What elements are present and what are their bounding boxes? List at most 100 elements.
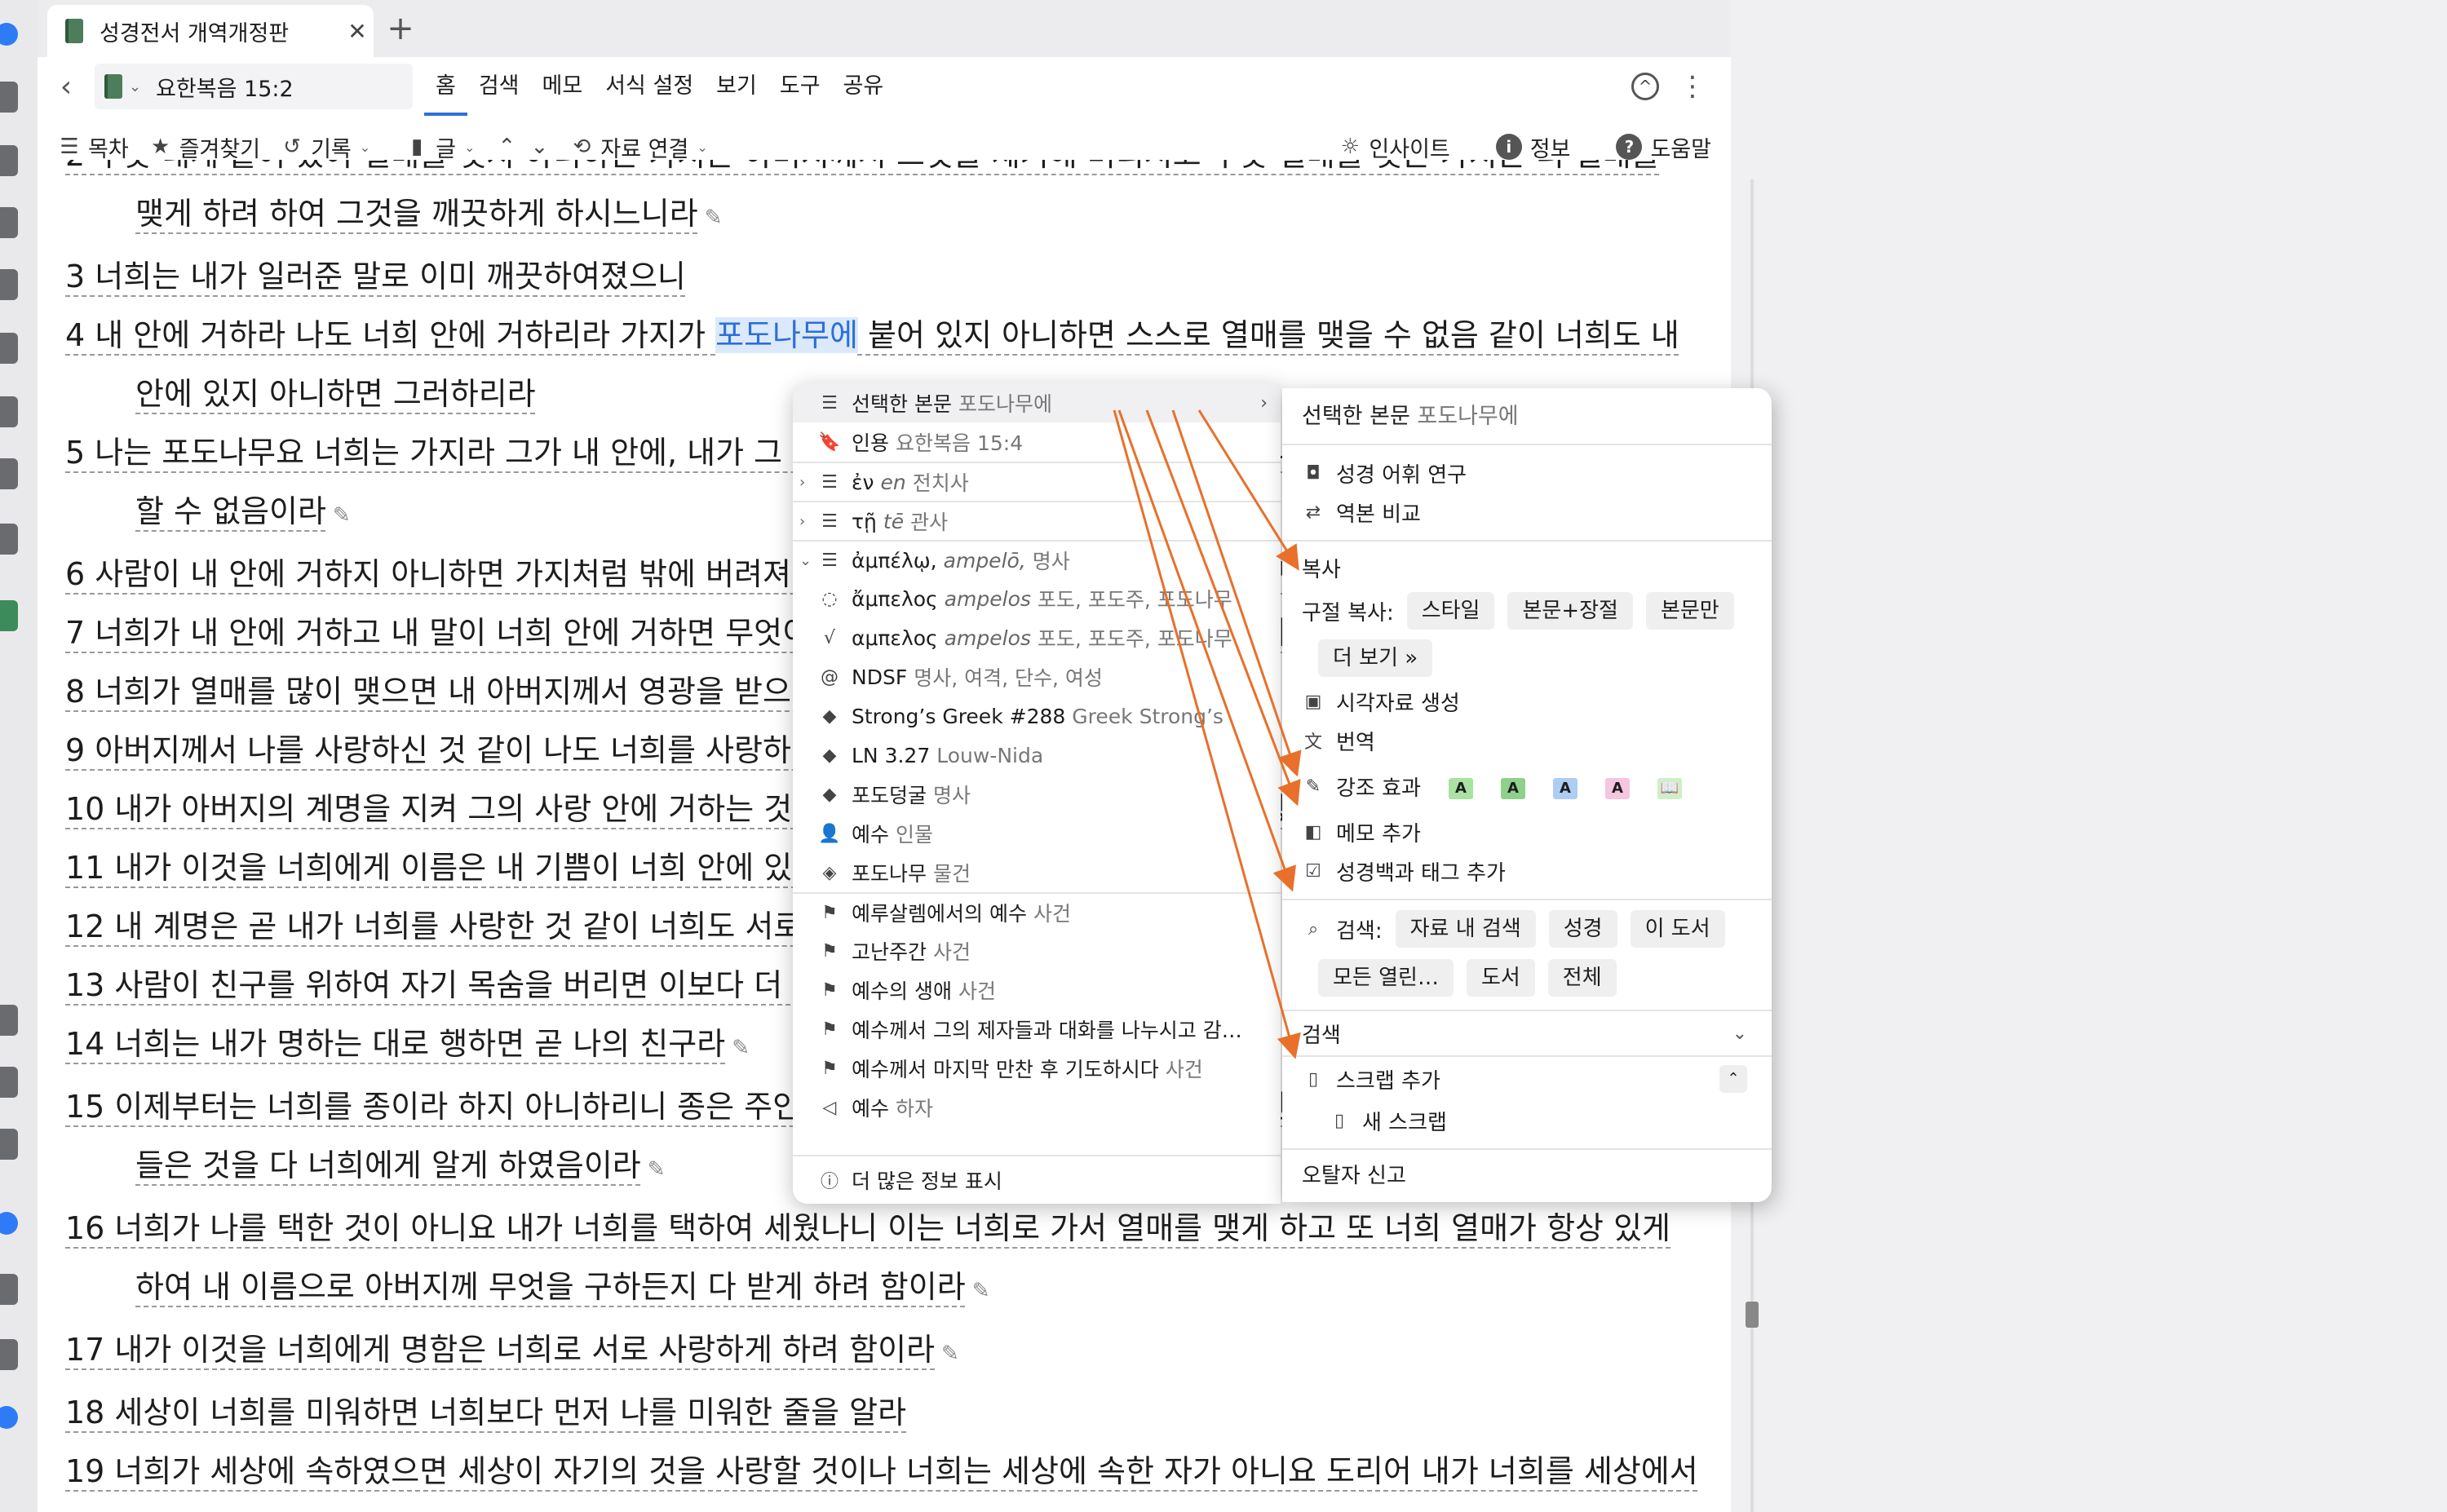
add-scrap-item[interactable]: ▯ 스크랩 추가 ⌃ <box>1282 1057 1772 1101</box>
copy-text-only-button[interactable]: 본문만 <box>1645 592 1734 630</box>
help-button[interactable]: ? 도움말 <box>1616 131 1711 163</box>
highlight-swatch[interactable]: A <box>1500 777 1525 799</box>
search-resource-button[interactable]: 자료 내 검색 <box>1395 910 1536 948</box>
chevron-up-icon[interactable]: ⌃ <box>1719 1065 1747 1093</box>
search-section[interactable]: 검색 ⌄ <box>1282 1011 1772 1055</box>
context-menu-item[interactable]: ◁ 예수 하자 <box>793 1088 1281 1127</box>
visual-item[interactable]: ▣ 시각자료 생성 <box>1282 682 1772 721</box>
add-panel-icon[interactable] <box>0 82 18 113</box>
pencil-icon[interactable]: ✎ <box>648 1140 666 1199</box>
copy-item[interactable]: 복사 <box>1282 548 1772 587</box>
reference-box[interactable]: ⌄ 요한복음 15:2 <box>95 64 413 109</box>
context-menu-item[interactable]: ◌ ἄμπελος ampelos 포도, 포도주, 포도나무 <box>793 579 1281 618</box>
text-button[interactable]: ▮ 글 ⌄ <box>406 131 475 163</box>
more-button[interactable]: 더 보기 » <box>1318 639 1433 677</box>
chevron-down-icon[interactable]: ⌄ <box>129 78 141 95</box>
notifications-icon[interactable] <box>0 1406 18 1429</box>
tab-search[interactable]: 검색 <box>467 57 531 116</box>
expand-caret-icon[interactable]: › <box>799 474 805 491</box>
copy-text-ref-button[interactable]: 본문+장절 <box>1507 592 1633 630</box>
pencil-icon[interactable]: ✎ <box>941 1324 959 1383</box>
search-everything-button[interactable]: 전체 <box>1547 959 1617 997</box>
reference-input[interactable]: 요한복음 15:2 <box>156 71 294 103</box>
store-icon[interactable] <box>0 1339 18 1370</box>
tab-home[interactable]: 홈 <box>424 57 467 116</box>
verse-line[interactable]: 맺게 하려 하여 그것을 깨끗하게 하시느니라 ✎ <box>65 184 1729 247</box>
collapse-icon[interactable]: ^ <box>1631 73 1659 100</box>
search-all-open-button[interactable]: 모든 열린… <box>1318 959 1454 997</box>
pencil-icon[interactable]: ✎ <box>333 486 351 545</box>
context-menu-item[interactable]: ⚑ 예수께서 그의 제자들과 대화를 나누시고 감… <box>793 1010 1281 1049</box>
search-icon[interactable] <box>0 207 18 238</box>
document-tab[interactable]: 성경전서 개역개정판 ✕ <box>47 5 374 57</box>
document-icon[interactable] <box>0 396 18 427</box>
contents-button[interactable]: ☰ 목차 <box>59 131 128 163</box>
context-menu-item[interactable]: 🔖 인용 요한복음 15:4 <box>793 422 1281 462</box>
pencil-icon[interactable]: ✎ <box>732 1019 750 1077</box>
library-icon[interactable] <box>0 145 18 176</box>
context-menu-item[interactable]: ☰ 선택한 본문 포도나무에 › <box>793 383 1281 422</box>
bible-book-icon[interactable] <box>0 600 18 631</box>
verse-line[interactable]: 18 세상이 너희를 미워하면 너희보다 먼저 나를 미워한 줄을 알라 <box>65 1383 1729 1442</box>
verse-line[interactable]: 16 너희가 나를 택한 것이 아니요 내가 너희를 택하여 세웠나니 이는 너… <box>65 1199 1729 1258</box>
highlight-swatch[interactable]: A <box>1604 777 1630 799</box>
help-icon[interactable] <box>0 1005 18 1036</box>
tab-view[interactable]: 보기 <box>705 57 768 116</box>
tasks-icon[interactable] <box>0 1129 18 1160</box>
resource-link-button[interactable]: ⟲ 자료 연결 ⌄ <box>571 131 708 163</box>
chevron-down-icon[interactable]: ⌄ <box>1732 1023 1747 1044</box>
verse-line[interactable]: 하여 내 이름으로 아버지께 무엇을 구하든지 다 받게 하려 함이라 ✎ <box>65 1258 1729 1320</box>
context-menu-item[interactable]: ◆ 포도덩굴 명사 <box>793 775 1281 814</box>
context-menu-item[interactable]: ◈ 포도나무 물건 <box>793 853 1281 892</box>
highlight-swatch[interactable]: A <box>1448 777 1473 799</box>
tab-tools[interactable]: 도구 <box>768 57 832 116</box>
context-menu-item[interactable]: ⚑ 예수께서 마지막 만찬 후 기도하시다 사건 <box>793 1049 1281 1088</box>
context-menu-item[interactable]: @ NDSF 명사, 여격, 단수, 여성 <box>793 657 1281 696</box>
context-menu-item[interactable]: ◆ LN 3.27 Louw-Nida <box>793 736 1281 775</box>
show-more-info-button[interactable]: ⓘ 더 많은 정보 표시 <box>793 1155 1281 1204</box>
close-icon[interactable]: ✕ <box>341 18 374 45</box>
word-study-item[interactable]: ◘ 성경 어휘 연구 <box>1282 453 1772 493</box>
tab-share[interactable]: 공유 <box>832 57 896 116</box>
pencil-icon[interactable]: ✎ <box>705 188 723 247</box>
back-button[interactable]: ‹ <box>38 70 95 104</box>
account-icon[interactable] <box>0 1212 18 1235</box>
context-menu-item[interactable]: ◆ Strong’s Greek #288 Greek Strong’s <box>793 696 1281 736</box>
tab-notes[interactable]: 메모 <box>531 57 595 116</box>
verse-line[interactable]: 17 내가 이것을 너희에게 명함은 너희로 서로 사랑하게 하려 함이라 ✎ <box>65 1320 1729 1383</box>
info-button[interactable]: i 정보 <box>1495 131 1570 163</box>
prev-button[interactable]: ⌃ <box>496 136 517 157</box>
verse-line[interactable]: 4 내 안에 거하라 나도 너희 안에 거하리라 가지가 포도나무에 붙어 있지… <box>65 306 1729 365</box>
context-menu-item[interactable]: ⌄ ☰ ἀμπέλῳ, ampelō, 명사 <box>793 540 1281 579</box>
verse-line[interactable]: 19 너희가 세상에 속하였으면 세상이 자기의 것을 사랑할 것이나 너희는 … <box>65 1442 1729 1501</box>
translate-item[interactable]: 文 번역 <box>1282 721 1772 760</box>
apps-icon[interactable] <box>0 1067 18 1098</box>
highlight-swatch[interactable]: A <box>1552 777 1577 799</box>
context-menu-item[interactable]: √ αμπελος ampelos 포도, 포도주, 포도나무 <box>793 618 1281 657</box>
next-button[interactable]: ⌄ <box>529 136 550 157</box>
layers-icon[interactable] <box>0 458 18 489</box>
context-menu-item[interactable]: ⚑ 예루살렘에서의 예수 사건 <box>793 892 1281 931</box>
notes-icon[interactable] <box>0 269 18 300</box>
more-options-icon[interactable]: ⋮ <box>1679 70 1706 103</box>
sync-icon[interactable] <box>0 1274 18 1305</box>
context-menu-item[interactable]: 👤 예수 인물 <box>793 814 1281 853</box>
verse-line[interactable]: 2 무릇 내게 붙어 있어 열매를 맺지 아니하는 가지는 아버지께서 그것을 … <box>65 160 1729 184</box>
favorites-button[interactable]: ★ 즐겨찾기 <box>150 131 260 163</box>
context-menu-item[interactable]: ⚑ 예수의 생애 사건 <box>793 970 1281 1010</box>
context-menu-item[interactable]: › ☰ τῇ tē 관사 <box>793 501 1281 540</box>
new-scrap-item[interactable]: ▯ 새 스크랩 <box>1282 1101 1772 1140</box>
verse-line[interactable]: 3 너희는 내가 일러준 말로 이미 깨끗하여졌으니 <box>65 247 1729 306</box>
compare-item[interactable]: ⇄ 역본 비교 <box>1282 493 1772 532</box>
selected-word[interactable]: 포도나무에 <box>715 317 858 353</box>
expand-caret-icon[interactable]: ⌄ <box>799 552 812 569</box>
copy-style-button[interactable]: 스타일 <box>1406 592 1495 630</box>
history-button[interactable]: ↺ 기록 ⌄ <box>281 131 370 163</box>
context-menu-item[interactable]: › ☰ ἐν en 전치사 <box>793 462 1281 501</box>
scrollbar-thumb[interactable] <box>1746 1302 1759 1328</box>
tab-format[interactable]: 서식 설정 <box>594 57 705 116</box>
insight-button[interactable]: ☼ 인사이트 <box>1339 131 1450 163</box>
search-this-book-button[interactable]: 이 도서 <box>1630 910 1725 948</box>
context-menu-item[interactable]: ⚑ 고난주간 사건 <box>793 931 1281 970</box>
app-logo-icon[interactable] <box>0 23 18 46</box>
